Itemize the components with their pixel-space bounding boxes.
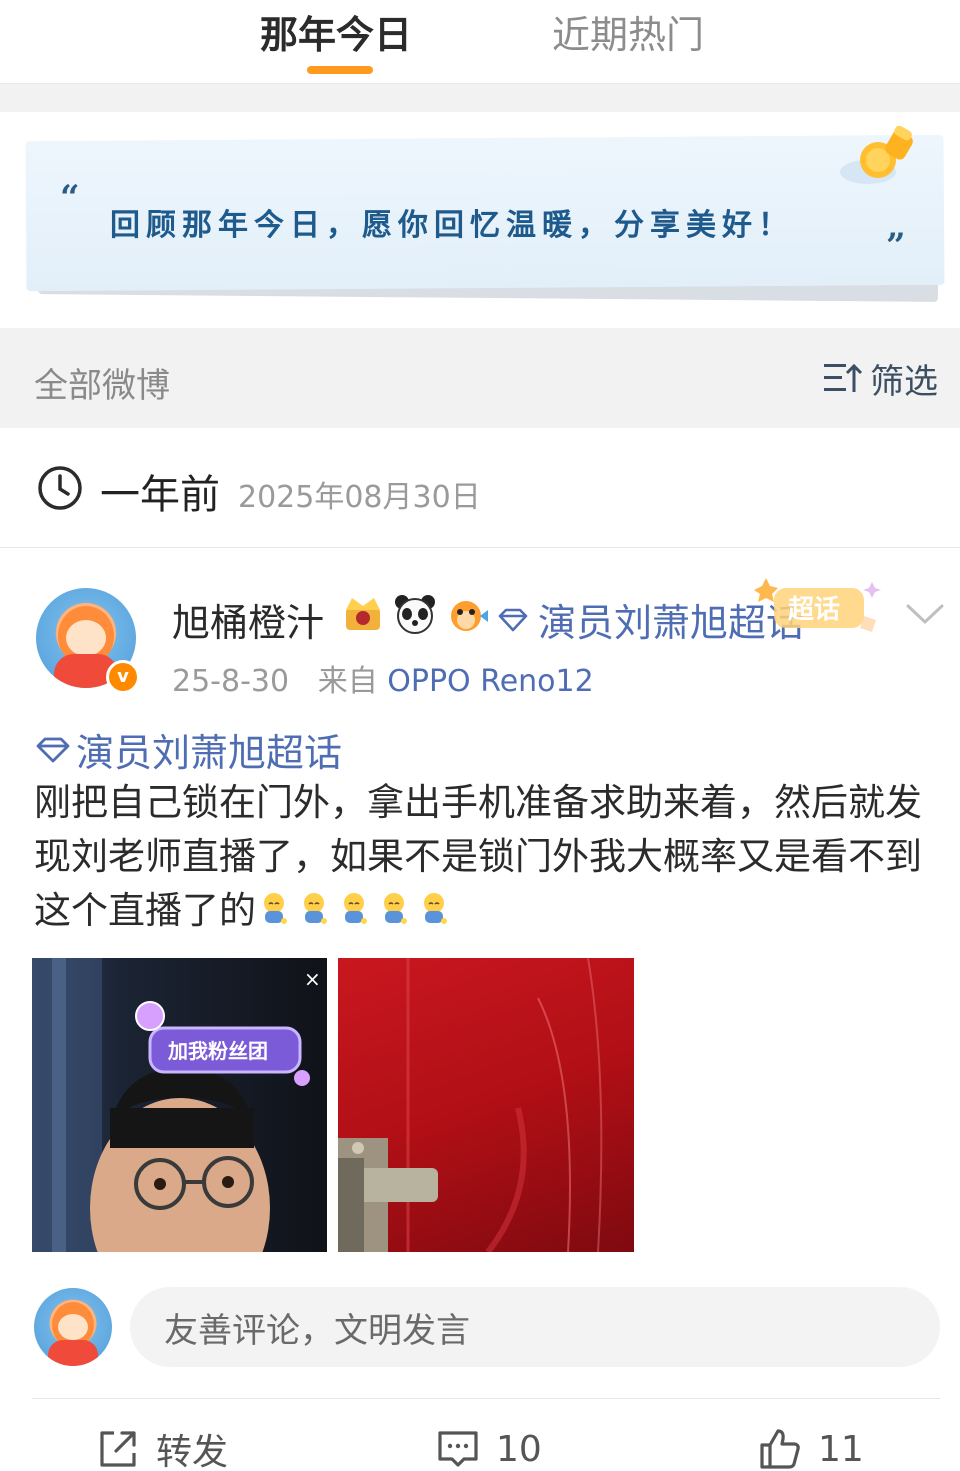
section-gap	[0, 84, 960, 112]
comment-input[interactable]: 友善评论，文明发言	[130, 1287, 940, 1367]
comment-placeholder: 友善评论，文明发言	[164, 1310, 470, 1351]
sad-doll-emoji-icon	[344, 893, 367, 924]
action-divider	[32, 1398, 940, 1399]
diamond-icon	[498, 608, 528, 631]
post-source-prefix: 来自	[317, 664, 378, 699]
post-image-selfie[interactable]: × 加我粉丝团	[32, 958, 327, 1252]
panda-badge-icon	[395, 595, 435, 634]
filter-button-label: 筛选	[870, 361, 938, 402]
filter-all-posts-label: 全部微博	[34, 366, 170, 406]
diamond-icon	[36, 737, 70, 762]
svg-text:超话: 超话	[788, 595, 840, 625]
quote-close-mark: ”	[886, 226, 906, 266]
image-close-glyph[interactable]: ×	[304, 967, 321, 991]
absolute-date: 2025年08月30日	[238, 480, 481, 515]
post-text: 刚把自己锁在门外，拿出手机准备求助来着，然后就发现刘老师直播了，如果不是锁门外我…	[34, 781, 922, 932]
like-count: 11	[818, 1428, 864, 1470]
post-image-door[interactable]	[338, 958, 634, 1252]
emoji-row	[258, 891, 450, 927]
repost-label: 转发	[156, 1432, 229, 1471]
like-button[interactable]: 11	[758, 1424, 864, 1471]
thumbs-up-icon	[760, 1429, 800, 1469]
sad-doll-emoji-icon	[384, 893, 407, 924]
post-device[interactable]: OPPO Reno12	[387, 664, 593, 699]
fan-club-label: 加我粉丝团	[167, 1039, 268, 1063]
red-door-photo	[338, 958, 603, 1252]
chevron-down-icon[interactable]	[904, 600, 946, 628]
sad-doll-emoji-icon	[304, 893, 327, 924]
comment-button[interactable]: 10	[436, 1424, 542, 1471]
post-time: 25-8-30	[172, 664, 290, 699]
tab-recent-hot[interactable]: 近期热门	[552, 4, 704, 59]
supertopic-link[interactable]: 演员刘萧旭超话	[34, 722, 342, 777]
active-tab-indicator	[307, 66, 373, 74]
comment-count: 10	[496, 1428, 542, 1470]
user-badges	[340, 594, 490, 634]
relative-date: 一年前	[100, 472, 220, 518]
clock-icon	[38, 466, 82, 510]
quote-open-mark: “	[60, 178, 80, 218]
filter-button[interactable]: 筛选	[822, 356, 938, 402]
selfie-photo: × 加我粉丝团	[32, 958, 321, 1252]
repost-button[interactable]: 转发	[96, 1424, 228, 1471]
verified-badge-icon: v	[106, 660, 140, 694]
post-text-container: 刚把自己锁在门外，拿出手机准备求助来着，然后就发现刘老师直播了，如果不是锁门外我…	[34, 776, 934, 938]
banner-slogan: 回顾那年今日，愿你回忆温暖，分享美好！	[110, 208, 794, 243]
sort-filter-icon	[824, 363, 863, 392]
share-icon	[100, 1431, 136, 1467]
author-username[interactable]: 旭桶橙汁	[172, 592, 324, 647]
top-tab-bar: 那年今日 近期热门	[0, 0, 960, 84]
crown-badge-icon	[346, 598, 380, 630]
sad-doll-emoji-icon	[264, 893, 287, 924]
pushpin-icon	[840, 126, 913, 184]
comment-icon	[438, 1431, 478, 1467]
supertopic-link-text: 演员刘萧旭超话	[76, 731, 343, 775]
sad-doll-emoji-icon	[424, 893, 447, 924]
supertopic-tag-icon: 超话	[754, 578, 881, 632]
my-avatar[interactable]	[34, 1288, 112, 1366]
tab-that-year-today[interactable]: 那年今日	[260, 4, 412, 59]
pufferfish-badge-icon	[451, 601, 488, 631]
post-meta: 25-8-30 来自 OPPO Reno12	[172, 656, 594, 700]
